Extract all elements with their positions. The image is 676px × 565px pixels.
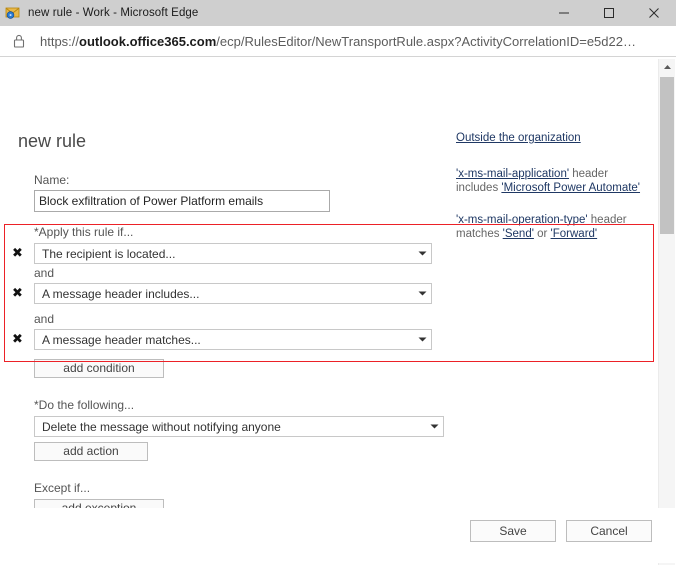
do-following-label: *Do the following... [34,398,135,412]
vertical-scrollbar[interactable] [658,59,675,565]
condition-row: ✖ A message header includes... [0,283,652,304]
scroll-up-icon[interactable] [659,59,675,75]
chevron-down-icon [413,290,431,297]
delete-condition-icon[interactable]: ✖ [12,283,34,304]
condition-row: ✖ A message header matches... [0,329,652,350]
save-button[interactable]: Save [470,520,556,542]
chevron-down-icon [413,336,431,343]
mail-rule-icon [5,5,21,21]
condition-description-3: 'x-ms-mail-operation-type' header matche… [456,213,652,241]
link-microsoft-power-automate[interactable]: 'Microsoft Power Automate' [501,182,640,194]
condition-select-3[interactable]: A message header matches... [34,329,432,350]
chevron-down-icon [413,250,431,257]
condition-select-2[interactable]: A message header includes... [34,283,432,304]
action-select[interactable]: Delete the message without notifying any… [34,416,444,437]
and-separator-2: and [34,312,55,326]
condition-select-1[interactable]: The recipient is located... [34,243,432,264]
chevron-down-icon [425,423,443,430]
condition-description-1: Outside the organization [456,131,581,145]
link-forward[interactable]: 'Forward' [551,228,598,240]
action-select-value: Delete the message without notifying any… [42,419,281,434]
cancel-button[interactable]: Cancel [566,520,652,542]
and-separator-1: and [34,266,55,280]
condition-row: ✖ The recipient is located... [0,243,652,264]
action-row: Delete the message without notifying any… [0,416,652,437]
link-x-ms-mail-application[interactable]: 'x-ms-mail-application' [456,168,569,180]
padlock-icon [12,33,28,49]
window-title-bar: new rule - Work - Microsoft Edge [0,0,676,26]
scrollbar-thumb[interactable] [660,77,674,234]
url-display[interactable]: https://outlook.office365.com/ecp/RulesE… [40,34,636,49]
condition-select-1-value: The recipient is located... [42,246,176,261]
window-controls [541,0,676,26]
desc-3-joiner: or [533,228,551,240]
link-outside-the-organization[interactable]: Outside the organization [456,132,581,144]
address-bar[interactable]: https://outlook.office365.com/ecp/RulesE… [0,26,676,57]
link-x-ms-mail-operation-type[interactable]: 'x-ms-mail-operation-type' [456,214,588,226]
condition-description-2: 'x-ms-mail-application' header includes … [456,167,652,195]
url-prefix: https:// [40,33,80,49]
add-condition-button[interactable]: add condition [34,359,164,378]
condition-select-3-value: A message header matches... [42,332,201,347]
rule-name-input[interactable] [34,190,330,212]
delete-condition-icon[interactable]: ✖ [12,243,34,264]
dialog-footer: Save Cancel [0,508,676,563]
close-button[interactable] [631,0,676,26]
condition-select-2-value: A message header includes... [42,286,200,301]
maximize-button[interactable] [586,0,631,26]
page-content: new rule Name: *Apply this rule if... ✖ … [0,57,676,565]
page-title: new rule [18,131,87,151]
add-action-button[interactable]: add action [34,442,148,461]
url-path: /ecp/RulesEditor/NewTransportRule.aspx?A… [216,33,636,49]
link-send[interactable]: 'Send' [503,228,534,240]
delete-condition-icon[interactable]: ✖ [12,329,34,350]
except-if-label: Except if... [34,481,91,495]
minimize-button[interactable] [541,0,586,26]
url-host: outlook.office365.com [79,33,217,49]
window-title: new rule - Work - Microsoft Edge [28,7,199,19]
footer-buttons: Save Cancel [470,520,652,542]
